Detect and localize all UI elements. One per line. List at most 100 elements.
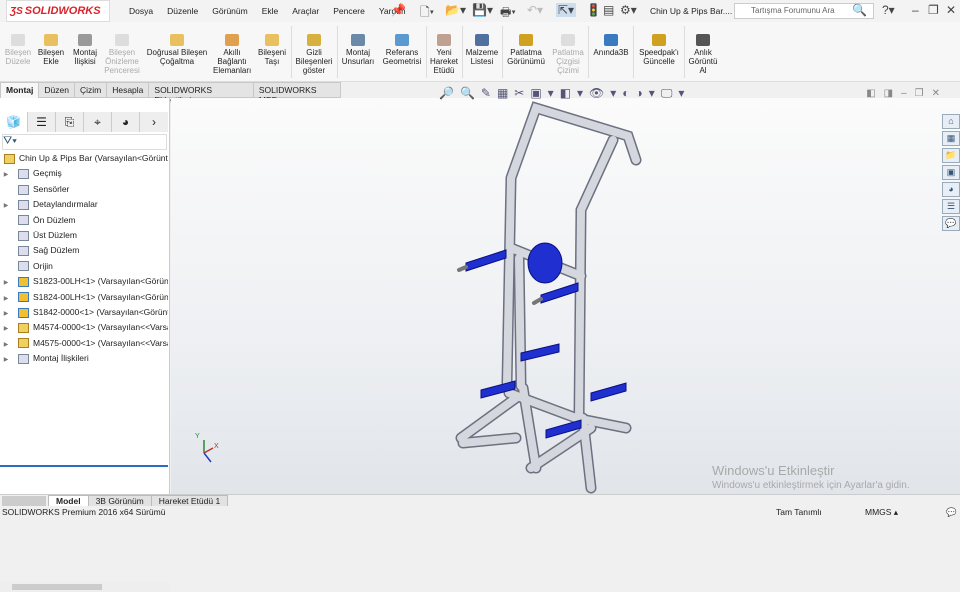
paperclip-icon: [78, 34, 92, 46]
tree-item[interactable]: Orijin: [0, 259, 168, 274]
menu-araclar[interactable]: Araçlar: [285, 6, 326, 16]
tab-montaj[interactable]: Montaj: [0, 82, 40, 98]
mates-icon: [18, 353, 29, 364]
menu-pencere[interactable]: Pencere: [326, 6, 372, 16]
chevron-right-icon[interactable]: ›: [140, 112, 168, 132]
expand-arrow-icon[interactable]: ▶: [0, 322, 12, 335]
bill-of-materials-button[interactable]: Malzeme Listesi: [464, 34, 500, 66]
mate-button[interactable]: Montaj İlişkisi: [70, 34, 100, 66]
expand-arrow-icon[interactable]: ▶: [0, 353, 12, 366]
save-icon[interactable]: 💾▾: [472, 3, 493, 17]
tree-item-label: Ön Düzlem: [33, 214, 76, 225]
tree-item[interactable]: ▶ S1842-0000<1> (Varsayılan<Görüntü: [0, 305, 168, 320]
tree-item[interactable]: ▶ Geçmiş: [0, 166, 168, 181]
instant3d-icon: [604, 34, 618, 46]
horizontal-scrollbar[interactable]: [0, 582, 170, 592]
status-bar: SOLIDWORKS Premium 2016 x64 Sürümü Tam T…: [0, 506, 960, 518]
tab-scroll-buttons[interactable]: [2, 496, 46, 506]
tree-item[interactable]: Sensörler: [0, 182, 168, 197]
camera-icon: [696, 34, 710, 46]
rollback-bar[interactable]: [0, 465, 168, 467]
close-icon[interactable]: ✕: [946, 3, 956, 17]
expand-arrow-icon[interactable]: ▶: [0, 276, 12, 289]
smart-fasteners-button[interactable]: Akıllı Bağlantı Elemanları: [213, 34, 251, 75]
solidworks-logo[interactable]: ƷS SOLIDWORKS: [6, 0, 110, 22]
restore-icon[interactable]: ❐: [928, 3, 939, 17]
component-preview-button[interactable]: Bileşen Önizleme Penceresi: [104, 34, 140, 75]
print-icon[interactable]: 🖶▾: [500, 3, 516, 24]
tab-duzen[interactable]: Düzen: [38, 82, 75, 98]
search-icon[interactable]: 🔍: [852, 3, 867, 17]
graphics-area[interactable]: 🔎🔍✎▦✂▣▾◧▾👁▾◐◑▾🖵▾ ◧◨–❐✕ ⌂ ▦ 📁 ▣ ◕ ☰ 💬 Y X…: [171, 86, 960, 494]
feature-manager-tab-icon[interactable]: 🧊: [0, 112, 28, 132]
filter-icon[interactable]: ⛛▾: [2, 134, 167, 150]
options-gear-icon[interactable]: ⚙▾: [620, 3, 637, 17]
new-document-icon[interactable]: 🗋▾: [420, 3, 434, 24]
tree-root[interactable]: Chin Up & Pips Bar (Varsayılan<Görüntü: [0, 151, 168, 166]
reference-geometry-button[interactable]: Referans Geometrisi: [380, 34, 424, 66]
insert-component-icon: [44, 34, 58, 46]
tree-item[interactable]: Ön Düzlem: [0, 213, 168, 228]
select-icon[interactable]: ⇱▾: [556, 3, 577, 17]
expand-arrow-icon[interactable]: ▶: [0, 168, 12, 181]
instant3d-button[interactable]: Anında3B: [591, 34, 631, 57]
speedpak-icon: [652, 34, 666, 46]
linear-pattern-button[interactable]: Doğrusal Bileşen Çoğaltma: [145, 34, 209, 66]
tab-cizim[interactable]: Çizim: [73, 82, 108, 98]
update-speedpak-button[interactable]: Speedpak'ı Güncelle: [636, 34, 682, 66]
tab-eklentiler[interactable]: SOLIDWORKS Eklentileri: [148, 82, 254, 105]
rebuild-icon[interactable]: 🚦: [586, 3, 601, 17]
menu-ekle[interactable]: Ekle: [255, 6, 286, 16]
new-motion-study-button[interactable]: Yeni Hareket Etüdü: [428, 34, 460, 75]
undo-icon[interactable]: ↶▾: [527, 3, 543, 17]
origin-icon: [18, 261, 29, 272]
definition-status: Tam Tanımlı: [776, 507, 822, 517]
tab-hesapla[interactable]: Hesapla: [106, 82, 150, 98]
units-selector[interactable]: MMGS ▴: [865, 506, 898, 518]
configuration-manager-tab-icon[interactable]: ⎘: [56, 112, 84, 132]
tree-item[interactable]: ▶ M4575-0000<1> (Varsayılan<<Varsa: [0, 336, 168, 351]
pad: [540, 282, 579, 304]
explode-line-sketch-button[interactable]: Patlatma Çizgisi Çizimi: [550, 34, 586, 75]
display-manager-tab-icon[interactable]: ◕: [112, 112, 140, 132]
exploded-view-button[interactable]: Patlatma Görünümü: [505, 34, 547, 66]
open-icon[interactable]: 📂▾: [445, 3, 466, 17]
edit-component-button[interactable]: Bileşen Düzele: [4, 34, 32, 66]
expand-arrow-icon[interactable]: ▶: [0, 199, 12, 212]
minimize-icon[interactable]: –: [912, 3, 919, 17]
chat-icon[interactable]: 💬: [946, 506, 957, 518]
feature-manager-panel: 🧊 ☰ ⎘ ⌖ ◕ › ⛛▾ Chin Up & Pips Bar (Varsa…: [0, 98, 170, 592]
tree-item-label: Orijin: [33, 260, 53, 271]
expand-arrow-icon[interactable]: ▶: [0, 292, 12, 305]
property-manager-tab-icon[interactable]: ☰: [28, 112, 56, 132]
show-hidden-components-button[interactable]: Gizli Bileşenleri göster: [295, 34, 333, 75]
tab-mbd[interactable]: SOLIDWORKS MBD: [252, 82, 341, 105]
help-icon[interactable]: ?▾: [882, 3, 895, 17]
tree-item[interactable]: ▶ S1824-00LH<1> (Varsayılan<Görüntü: [0, 290, 168, 305]
ds-logo-icon: ƷS: [10, 6, 23, 17]
expand-arrow-icon[interactable]: ▶: [0, 307, 12, 320]
menu-gorunum[interactable]: Görünüm: [205, 6, 254, 16]
file-properties-icon[interactable]: ▤: [603, 3, 614, 17]
pin-icon[interactable]: 📌: [391, 3, 406, 17]
take-snapshot-button[interactable]: Anlık Görüntü Al: [686, 34, 720, 75]
subassembly-icon: [18, 338, 29, 349]
assembly-features-button[interactable]: Montaj Unsurları: [340, 34, 376, 66]
move-component-icon: [265, 34, 279, 46]
menu-duzenle[interactable]: Düzenle: [160, 6, 205, 16]
linear-pattern-icon: [170, 34, 184, 46]
tree-item[interactable]: ▶ M4574-0000<1> (Varsayılan<<Varsa: [0, 320, 168, 335]
annotations-folder-icon: [18, 199, 29, 210]
insert-component-button[interactable]: Bileşen Ekle: [35, 34, 67, 66]
dimxpert-tab-icon[interactable]: ⌖: [84, 112, 112, 132]
tree-item[interactable]: ▶ S1823-00LH<1> (Varsayılan<Görüntü: [0, 274, 168, 289]
tree-item-label: S1842-0000<1> (Varsayılan<Görüntü: [33, 306, 168, 317]
tree-item[interactable]: Sağ Düzlem: [0, 243, 168, 258]
tree-item[interactable]: Üst Düzlem: [0, 228, 168, 243]
move-component-button[interactable]: Bileşeni Taşı: [256, 34, 288, 66]
expand-arrow-icon[interactable]: ▶: [0, 338, 12, 351]
target-disc: [527, 242, 563, 284]
tree-item[interactable]: ▶ Detaylandırmalar: [0, 197, 168, 212]
menu-dosya[interactable]: Dosya: [122, 6, 160, 16]
tree-item[interactable]: ▶ Montaj İlişkileri: [0, 351, 168, 366]
